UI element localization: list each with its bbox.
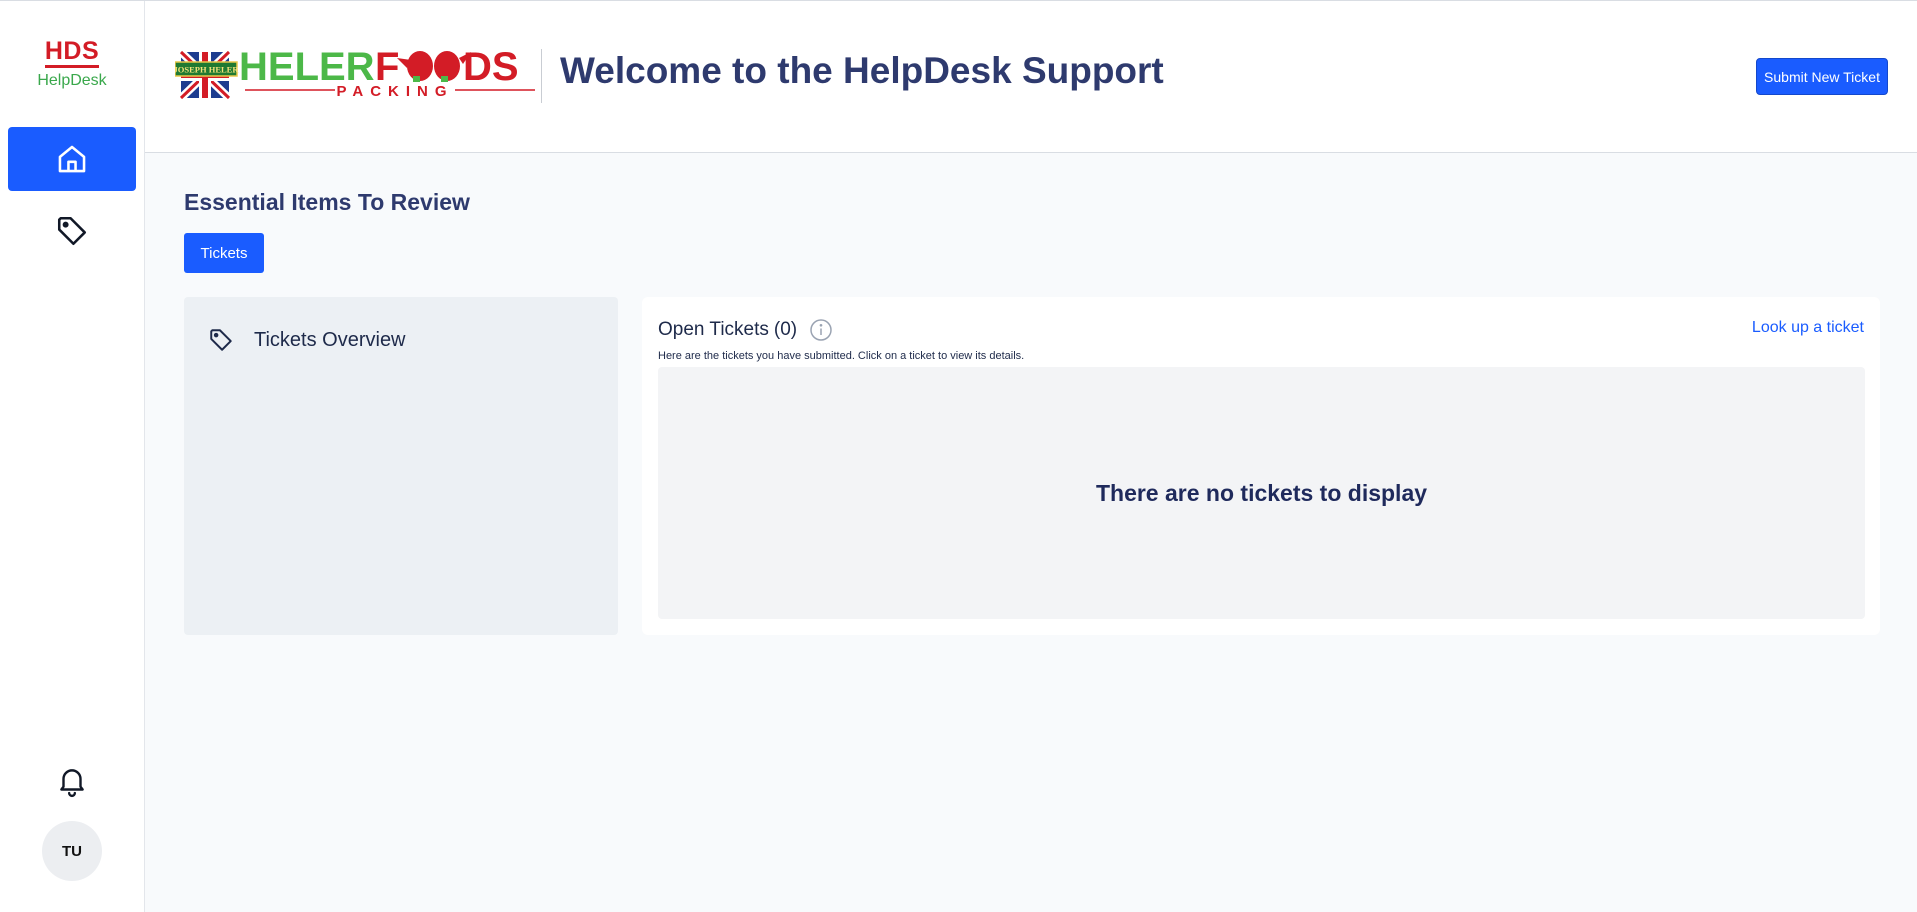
brand-name: HelpDesk xyxy=(37,72,107,89)
bell-icon xyxy=(60,769,84,798)
open-tickets-header: Open Tickets (0) xyxy=(658,318,833,342)
info-icon[interactable] xyxy=(809,318,833,342)
header-divider xyxy=(541,49,542,103)
tag-icon xyxy=(210,329,232,351)
open-tickets-count: (0) xyxy=(773,319,798,340)
tag-icon xyxy=(57,216,87,246)
tickets-overview-label: Tickets Overview xyxy=(254,328,406,351)
tickets-empty-state: There are no tickets to display xyxy=(658,367,1865,619)
svg-text:DS: DS xyxy=(463,46,519,89)
brand: HDS HelpDesk xyxy=(0,38,144,90)
submit-new-ticket-button[interactable]: Submit New Ticket xyxy=(1756,58,1888,95)
empty-message: There are no tickets to display xyxy=(1095,479,1428,506)
lookup-ticket-link[interactable]: Look up a ticket xyxy=(1752,319,1864,337)
sidebar-item-home[interactable] xyxy=(8,127,136,191)
open-tickets-title: Open Tickets xyxy=(658,319,769,340)
page-title: Welcome to the HelpDesk Support xyxy=(560,50,1164,91)
open-tickets-description: Here are the tickets you have submitted.… xyxy=(658,350,1025,362)
sidebar: HDS HelpDesk TU xyxy=(0,1,145,912)
tickets-overview-item[interactable]: Tickets Overview xyxy=(208,327,406,353)
sidebar-item-tickets[interactable] xyxy=(8,199,136,263)
open-tickets-card: Open Tickets (0) Look up a ticket Here a… xyxy=(642,297,1880,635)
home-icon xyxy=(58,145,86,173)
tab-tickets[interactable]: Tickets xyxy=(184,233,264,273)
brand-code: HDS xyxy=(44,38,100,68)
notifications-button[interactable] xyxy=(48,757,96,805)
tickets-overview-panel: Tickets Overview xyxy=(184,297,618,635)
header: JOSEPH HELER HELER F DS PACKING Welcome … xyxy=(145,1,1917,153)
section-title: Essential Items To Review xyxy=(184,189,470,215)
svg-text:PACKING: PACKING xyxy=(336,83,453,100)
avatar[interactable]: TU xyxy=(42,821,102,881)
svg-text:JOSEPH HELER: JOSEPH HELER xyxy=(175,65,239,75)
